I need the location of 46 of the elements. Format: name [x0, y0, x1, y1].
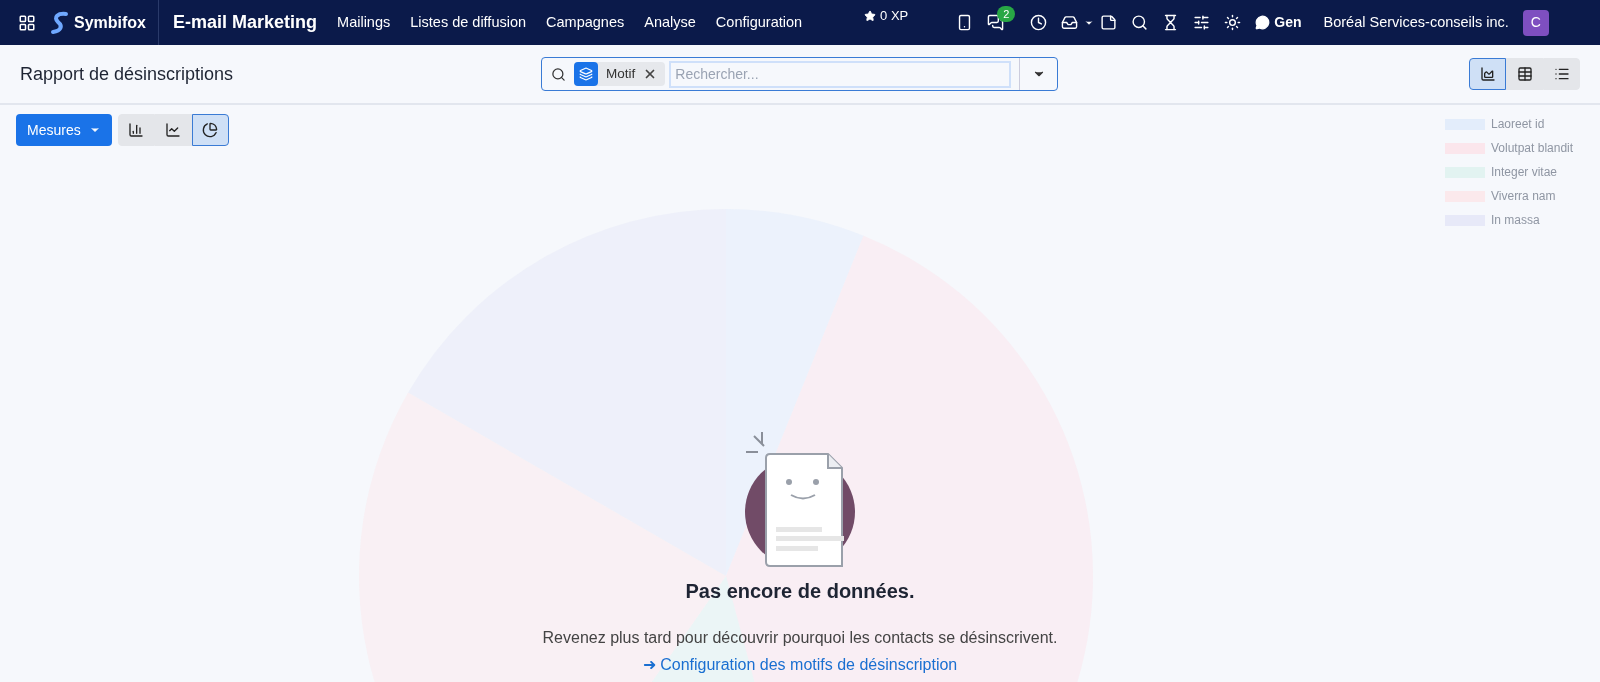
- layers-icon: [579, 67, 593, 81]
- search-icon[interactable]: [1131, 14, 1149, 31]
- bar-chart-icon: [128, 122, 145, 138]
- company-name[interactable]: Boréal Services-conseils inc.: [1323, 11, 1509, 34]
- chart-type-button[interactable]: [191, 114, 229, 146]
- view-switch-button[interactable]: [1469, 58, 1506, 90]
- apps-menu-icon[interactable]: [18, 13, 36, 32]
- brand-name: Symbifox: [74, 12, 146, 33]
- page-title: Rapport de désinscriptions: [20, 62, 235, 86]
- search-field[interactable]: Rechercher...: [669, 60, 1012, 88]
- chat-button[interactable]: Gen: [1255, 12, 1302, 33]
- inbox-icon[interactable]: [1061, 14, 1079, 31]
- messages-icon[interactable]: [987, 14, 1005, 31]
- note-icon[interactable]: [1100, 14, 1118, 31]
- logo-icon: [50, 10, 70, 35]
- xp-counter: 0 XP: [880, 7, 909, 25]
- legend-label: Viverra nam: [1491, 188, 1556, 205]
- clock-icon[interactable]: [1030, 14, 1048, 31]
- empty-state-title: Pas encore de données.: [685, 579, 915, 604]
- legend-label: Volutpat blandit: [1491, 140, 1574, 157]
- list-view-icon: [1553, 66, 1570, 82]
- menu-item[interactable]: Mailings: [337, 11, 391, 34]
- filter-facet[interactable]: Motif: [574, 62, 666, 86]
- empty-state-message: Revenez plus tard pour découvrir pourquoi les contacts se désinscrivent.: [542, 628, 1058, 648]
- user-avatar[interactable]: C: [1522, 9, 1549, 36]
- star-icon: [864, 9, 877, 22]
- graph-view-icon: [1479, 66, 1496, 82]
- pivot-view-icon: [1516, 66, 1533, 82]
- sun-icon[interactable]: [1224, 14, 1242, 31]
- line-chart-icon: [165, 122, 182, 138]
- chat-icon: [1255, 15, 1271, 30]
- pie-chart-icon: [202, 122, 219, 138]
- legend-label: In massa: [1491, 212, 1540, 229]
- menu-item[interactable]: Listes de diffusion: [410, 11, 527, 34]
- legend-label: Integer vitae: [1491, 164, 1558, 181]
- message-count-badge: 2: [997, 6, 1016, 22]
- measures-button[interactable]: Mesures: [16, 114, 112, 146]
- configuration-link[interactable]: ➜ Configuration des motifs de désinscription: [642, 653, 958, 677]
- menu-item[interactable]: Analyse: [644, 11, 696, 34]
- facet-label: Motif: [606, 64, 636, 83]
- menu-item[interactable]: Configuration: [715, 11, 803, 34]
- menu-item[interactable]: Campagnes: [546, 11, 625, 34]
- app-title[interactable]: E-mail Marketing: [173, 9, 318, 36]
- search-icon: [551, 66, 566, 82]
- legend-label: Laoreet id: [1491, 116, 1545, 133]
- sliders-icon[interactable]: [1193, 14, 1211, 31]
